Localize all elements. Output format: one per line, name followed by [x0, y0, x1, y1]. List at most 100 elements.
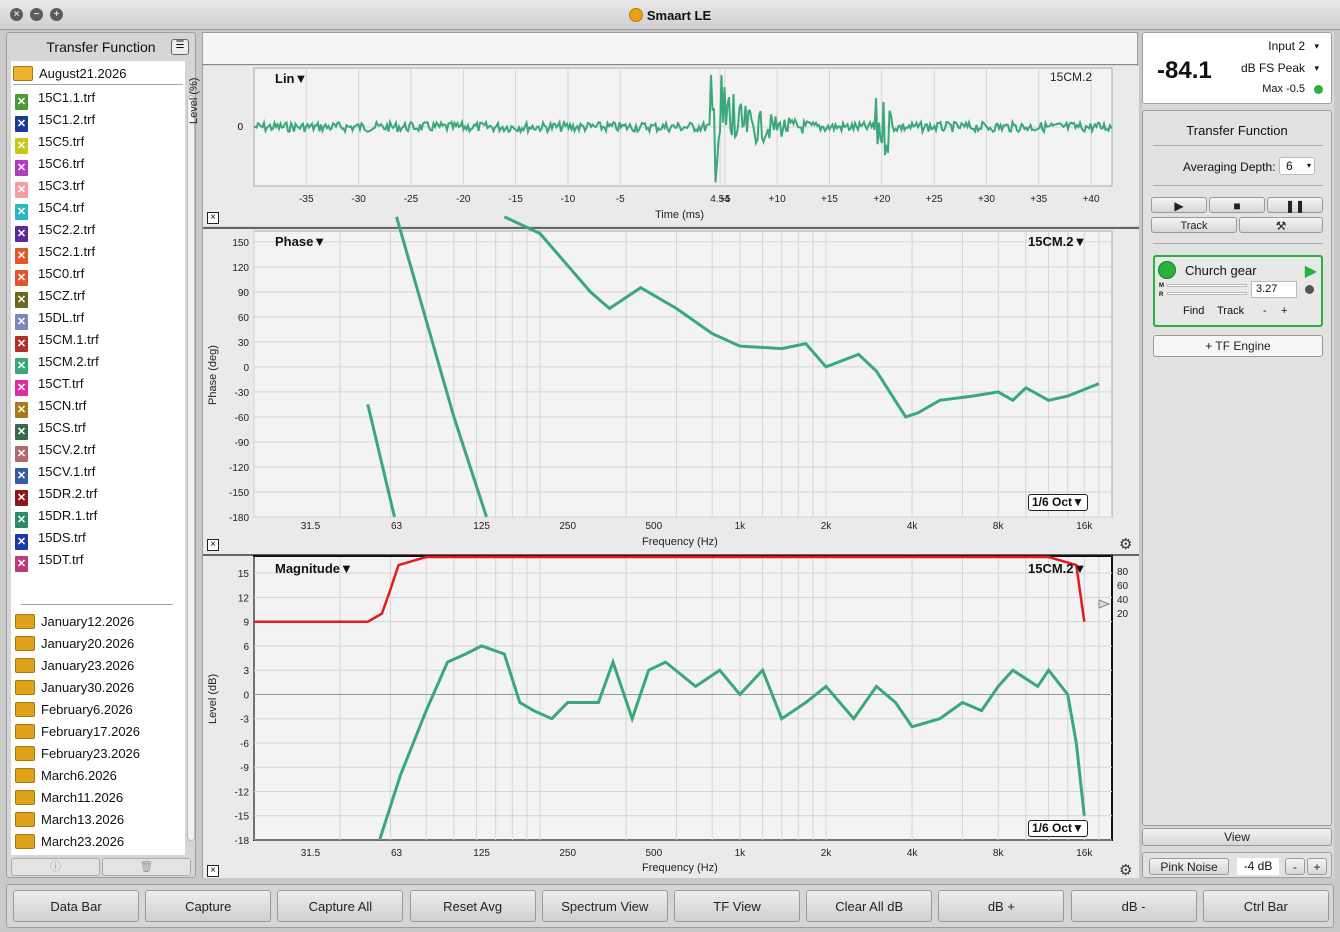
folder-item[interactable]: February6.2026 — [15, 699, 133, 721]
impulse-ytick: 0 — [237, 122, 243, 133]
folder-item[interactable]: January30.2026 — [15, 677, 134, 699]
delay-plus-button[interactable]: + — [1281, 305, 1287, 317]
file-item[interactable]: ✕ 15CS.trf — [15, 417, 86, 440]
play-icon[interactable]: ▶ — [1305, 261, 1317, 281]
file-item[interactable]: ✕ 15C3.trf — [15, 175, 84, 198]
file-item[interactable]: ✕ 15DT.trf — [15, 549, 84, 572]
magnitude-ytick: 0 — [243, 690, 249, 701]
pink-noise-button[interactable]: Pink Noise — [1149, 858, 1229, 875]
measurement-card[interactable]: Church gear ▶ MR 3.27 Find Track - + — [1153, 255, 1323, 327]
bottom-button[interactable]: dB - — [1070, 890, 1197, 922]
folder-item[interactable]: March30.2026 — [15, 853, 124, 855]
view-button[interactable]: View — [1142, 828, 1332, 846]
bottom-button[interactable]: Spectrum View — [541, 890, 668, 922]
file-item[interactable]: ✕ 15CM.1.trf — [15, 329, 99, 352]
phase-smoothing-select[interactable]: 1/6 Oct▼ — [1028, 494, 1088, 511]
file-item[interactable]: ✕ 15C1.2.trf — [15, 109, 95, 132]
trf-file-icon: ✕ — [15, 336, 28, 352]
file-item[interactable]: ✕ 15C2.1.trf — [15, 241, 95, 264]
chevron-down-icon[interactable]: ▾ — [1314, 63, 1319, 74]
bottom-button[interactable]: TF View — [674, 890, 800, 922]
trf-file-icon: ✕ — [15, 94, 28, 110]
file-item[interactable]: ✕ 15DS.trf — [15, 527, 86, 550]
phase-ylabel: Phase (deg) — [207, 345, 219, 405]
bottom-button[interactable]: Data Bar — [13, 890, 139, 922]
magnitude-title[interactable]: Magnitude▼ — [275, 561, 353, 576]
folder-item[interactable]: March23.2026 — [15, 831, 124, 853]
file-item[interactable]: ✕ 15CN.trf — [15, 395, 86, 418]
measurement-name[interactable]: Church gear — [1185, 263, 1257, 278]
noise-level-field[interactable]: -4 dB — [1237, 858, 1279, 875]
folder-item[interactable]: January12.2026 — [15, 611, 134, 633]
bottom-button[interactable]: Ctrl Bar — [1202, 890, 1329, 922]
phase-trace-name[interactable]: 15CM.2▼ — [1028, 234, 1086, 249]
find-button[interactable]: Find — [1183, 305, 1204, 317]
current-folder[interactable]: August21.2026 — [13, 63, 183, 85]
phase-plot-bg[interactable] — [253, 230, 1113, 518]
chevron-down-icon[interactable]: ▾ — [1314, 41, 1319, 52]
gear-icon[interactable]: ⚙ — [1119, 535, 1132, 553]
noise-minus-button[interactable]: - — [1285, 858, 1305, 875]
file-item[interactable]: ✕ 15CT.trf — [15, 373, 84, 396]
folder-icon — [15, 834, 35, 849]
close-pane-icon[interactable]: × — [207, 865, 219, 877]
file-item[interactable]: ✕ 15CV.1.trf — [15, 461, 95, 484]
magnitude-trace-name[interactable]: 15CM.2▼ — [1028, 561, 1086, 576]
track-button[interactable]: Track — [1151, 217, 1237, 233]
averaging-select[interactable]: 6 ▾ — [1279, 157, 1315, 175]
file-item[interactable]: ✕ 15C6.trf — [15, 153, 84, 176]
folder-item[interactable]: January20.2026 — [15, 633, 134, 655]
add-tf-engine-button[interactable]: + TF Engine — [1153, 335, 1323, 357]
file-item[interactable]: ✕ 15C2.2.trf — [15, 219, 95, 242]
bottom-button[interactable]: Capture — [145, 890, 272, 922]
folder-item[interactable]: February23.2026 — [15, 743, 140, 765]
meter-unit-select[interactable]: dB FS Peak — [1241, 61, 1305, 75]
data-bar — [203, 33, 1137, 65]
stop-button[interactable]: ■ — [1209, 197, 1265, 213]
bottom-button[interactable]: Clear All dB — [806, 890, 933, 922]
folder-item[interactable]: March11.2026 — [15, 787, 123, 809]
close-pane-icon[interactable]: × — [207, 539, 219, 551]
play-button[interactable]: ▶ — [1151, 197, 1207, 213]
file-item[interactable]: ✕ 15CZ.trf — [15, 285, 85, 308]
impulse-xtick: -5 — [616, 194, 625, 205]
file-list-scrollbar[interactable] — [187, 95, 195, 841]
folder-name: January20.2026 — [41, 636, 135, 651]
close-pane-icon[interactable]: × — [207, 212, 219, 224]
magnitude-smoothing-select[interactable]: 1/6 Oct▼ — [1028, 820, 1088, 837]
info-button[interactable]: ⓘ — [11, 858, 100, 876]
delay-minus-button[interactable]: - — [1263, 305, 1267, 317]
pause-button[interactable]: ❚❚ — [1267, 197, 1323, 213]
folder-icon — [15, 724, 35, 739]
bottom-button[interactable]: dB + — [938, 890, 1065, 922]
folder-item[interactable]: February17.2026 — [15, 721, 140, 743]
file-item[interactable]: ✕ 15C5.trf — [15, 131, 84, 154]
file-item[interactable]: ✕ 15CM.2.trf — [15, 351, 99, 374]
gear-icon[interactable]: ⚙ — [1119, 861, 1132, 879]
file-item[interactable]: ✕ 15DL.trf — [15, 307, 84, 330]
tools-icon[interactable]: ⚒ — [1239, 217, 1323, 233]
impulse-title[interactable]: Lin▼ — [275, 71, 307, 86]
magnitude-plot-bg[interactable] — [253, 555, 1113, 841]
panel-menu-icon[interactable]: ☰ — [171, 39, 189, 55]
phase-title[interactable]: Phase▼ — [275, 234, 326, 249]
folder-item[interactable]: March6.2026 — [15, 765, 117, 787]
folder-item[interactable]: January23.2026 — [15, 655, 134, 677]
folder-name: February17.2026 — [41, 724, 141, 739]
file-item[interactable]: ✕ 15CV.2.trf — [15, 439, 95, 462]
bottom-button[interactable]: Capture All — [277, 890, 404, 922]
bottom-button[interactable]: Reset Avg — [409, 890, 536, 922]
measurement-enable-icon[interactable] — [1158, 261, 1176, 279]
file-item[interactable]: ✕ 15DR.1.trf — [15, 505, 97, 528]
magnitude-ytick: -6 — [240, 739, 249, 750]
file-item[interactable]: ✕ 15C0.trf — [15, 263, 84, 286]
file-item[interactable]: ✕ 15C1.1.trf — [15, 87, 95, 110]
delay-field[interactable]: 3.27 — [1251, 281, 1297, 298]
track-delay-button[interactable]: Track — [1217, 305, 1244, 317]
file-item[interactable]: ✕ 15DR.2.trf — [15, 483, 97, 506]
file-item[interactable]: ✕ 15C4.trf — [15, 197, 84, 220]
input-select[interactable]: Input 2 — [1268, 39, 1305, 53]
noise-plus-button[interactable]: + — [1307, 858, 1327, 875]
trash-button[interactable]: 🗑 — [102, 858, 191, 876]
folder-item[interactable]: March13.2026 — [15, 809, 124, 831]
